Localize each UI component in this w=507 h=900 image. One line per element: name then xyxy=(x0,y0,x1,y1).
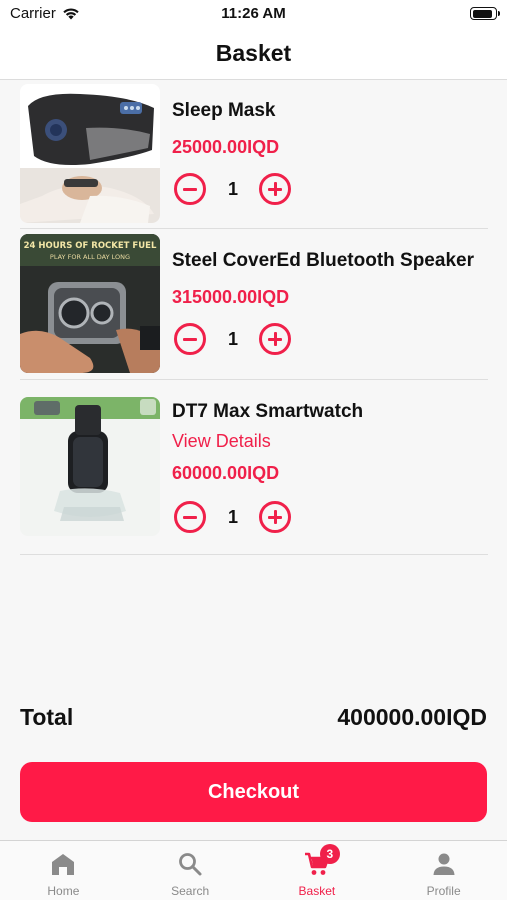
increase-quantity-button[interactable] xyxy=(259,323,291,355)
decrease-quantity-button[interactable] xyxy=(174,173,206,205)
tab-label: Profile xyxy=(426,884,461,898)
total-row: Total 400000.00IQD xyxy=(20,704,487,736)
item-price: 60000.00IQD xyxy=(172,463,280,483)
image-caption-1: 24 HOURS OF ROCKET FUEL xyxy=(24,241,157,251)
item-name: Sleep Mask xyxy=(172,100,276,121)
total-label: Total xyxy=(20,704,74,730)
item-name: Steel CoverEd Bluetooth Speaker xyxy=(172,250,474,271)
page-title: Basket xyxy=(215,40,292,66)
item-price: 315000.00IQD xyxy=(172,287,290,307)
basket-item-smartwatch[interactable]: DT7 Max Smartwatch View Details 60000.00… xyxy=(20,385,488,555)
view-details-link[interactable]: View Details xyxy=(172,431,271,452)
decrease-quantity-button[interactable] xyxy=(174,323,206,355)
tab-label: Home xyxy=(47,884,80,898)
tab-label: Basket xyxy=(298,884,336,898)
product-image-smartwatch xyxy=(20,397,160,536)
tab-search[interactable]: Search xyxy=(127,841,254,900)
increase-quantity-button[interactable] xyxy=(259,501,291,533)
search-icon xyxy=(179,853,202,876)
basket-item-bluetooth-speaker[interactable]: 24 HOURS OF ROCKET FUEL PLAY FOR ALL DAY… xyxy=(20,234,488,380)
item-price: 25000.00IQD xyxy=(172,137,280,157)
checkout-button[interactable]: Checkout xyxy=(20,762,487,822)
image-caption-2: PLAY FOR ALL DAY LONG xyxy=(50,253,130,261)
tab-profile[interactable]: Profile xyxy=(380,841,507,900)
home-icon xyxy=(52,854,75,875)
decrease-quantity-button[interactable] xyxy=(174,501,206,533)
quantity-value: 1 xyxy=(227,179,238,199)
cart-count-badge: 3 xyxy=(319,844,340,864)
quantity-value: 1 xyxy=(227,507,238,527)
total-value: 400000.00IQD xyxy=(337,704,487,730)
increase-quantity-button[interactable] xyxy=(259,173,291,205)
tab-label: Search xyxy=(171,884,210,898)
tab-home[interactable]: Home xyxy=(0,841,127,900)
basket-item-sleep-mask[interactable]: Sleep Mask 25000.00IQD 1 xyxy=(20,84,488,229)
nav-bar: Basket xyxy=(0,28,507,80)
battery-icon xyxy=(470,7,500,20)
status-time: 11:26 AM xyxy=(221,5,286,22)
tab-bar: Home Search 3 Basket Profile xyxy=(0,840,507,900)
tab-basket[interactable]: 3 Basket xyxy=(254,841,381,900)
product-image-sleep-mask xyxy=(20,84,160,223)
cart-icon-wrapper: 3 xyxy=(303,844,340,877)
status-bar: Carrier 11:26 AM xyxy=(0,0,507,28)
quantity-value: 1 xyxy=(227,329,238,349)
product-image-bluetooth-speaker: 24 HOURS OF ROCKET FUEL PLAY FOR ALL DAY… xyxy=(20,234,160,373)
item-name: DT7 Max Smartwatch xyxy=(172,401,364,422)
person-icon xyxy=(433,853,455,875)
